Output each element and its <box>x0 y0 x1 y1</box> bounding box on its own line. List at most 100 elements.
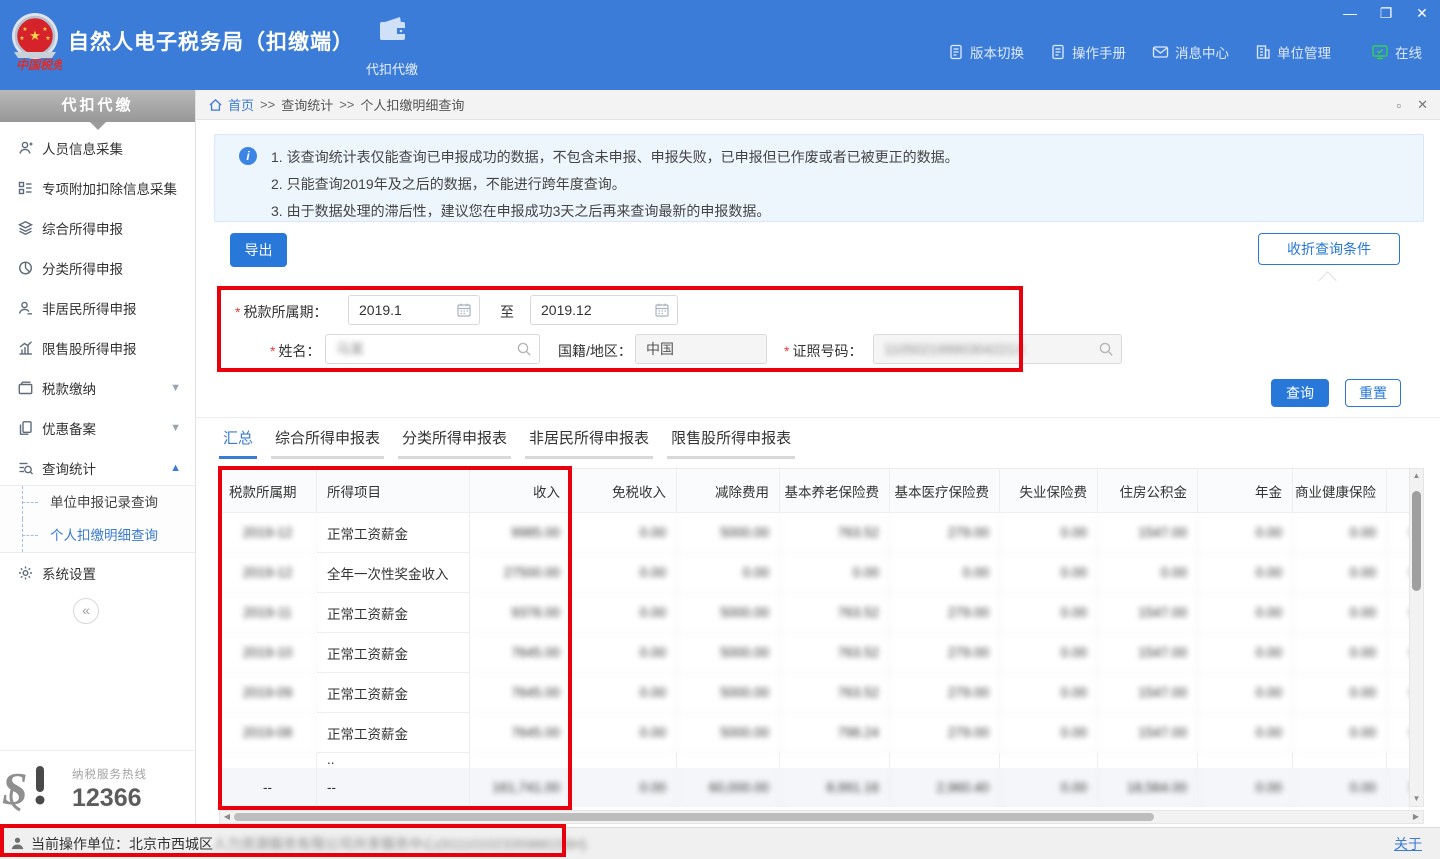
sidebar-item-nonresident-income[interactable]: 非居民所得申报 <box>0 288 195 328</box>
sidebar-item-preferential-filing[interactable]: 优惠备案 ▼ <box>0 408 195 448</box>
notice-line-1: 1. 该查询统计表仅能查询已申报成功的数据，不包含未申报、申报失败，已申报但已作… <box>271 147 959 167</box>
vertical-scroll-thumb[interactable] <box>1412 491 1421 591</box>
home-icon[interactable] <box>208 98 223 112</box>
table-cell: 0.00 <box>1000 633 1098 673</box>
sidebar-subitem-unit-declaration-query[interactable]: 单位申报记录查询 <box>0 486 195 519</box>
table-cell: 0.00 <box>571 713 677 753</box>
table-cell: 5000.00 <box>677 593 780 633</box>
scroll-left-arrow[interactable]: ◀ <box>220 811 234 823</box>
table-cell: 5000.00 <box>677 713 780 753</box>
scroll-right-arrow[interactable]: ▶ <box>1409 811 1423 823</box>
reset-button[interactable]: 重置 <box>1345 379 1401 407</box>
table-cell <box>1000 753 1098 768</box>
minimize-icon[interactable]: — <box>1342 5 1358 21</box>
table-cell: 5000.00 <box>677 513 780 553</box>
svg-text:★: ★ <box>29 28 41 43</box>
table-cell: 1547.00 <box>1098 713 1198 753</box>
sidebar-item-personnel-info[interactable]: 人员信息采集 <box>0 128 195 168</box>
breadcrumb-home[interactable]: 首页 <box>228 95 254 114</box>
calendar-icon[interactable] <box>456 302 472 318</box>
table-cell: 0.00 <box>1198 513 1293 553</box>
wallet-icon <box>17 380 35 396</box>
table-cell: 2019-12 <box>219 553 317 593</box>
table-cell: 0.00 <box>571 513 677 553</box>
notice-box: i 1. 该查询统计表仅能查询已申报成功的数据，不包含未申报、申报失败，已申报但… <box>214 134 1424 222</box>
table-cell: 8,991.16 <box>780 768 890 807</box>
about-link[interactable]: 关于 <box>1394 834 1422 854</box>
menu-online-status[interactable]: 在线 <box>1371 42 1422 62</box>
menu-message-center[interactable]: 消息中心 <box>1152 42 1229 62</box>
sidebar-item-classified-income[interactable]: 分类所得申报 <box>0 248 195 288</box>
table-header-cell: 收入 <box>470 469 571 513</box>
tab-nonresident-income-return[interactable]: 非居民所得申报表 <box>525 427 653 459</box>
sidebar-item-special-deduction[interactable]: 专项附加扣除信息采集 <box>0 168 195 208</box>
tab-classified-income-return[interactable]: 分类所得申报表 <box>398 427 511 459</box>
table-cell: 9378.00 <box>470 593 571 633</box>
table-cell: 0.00 <box>1293 768 1387 807</box>
bar-chart-icon <box>17 340 35 356</box>
sidebar-item-tax-payment[interactable]: 税款缴纳 ▼ <box>0 368 195 408</box>
period-from-input[interactable]: 2019.1 <box>348 295 480 325</box>
chevron-down-icon: ▼ <box>170 382 181 394</box>
restore-icon[interactable]: ❐ <box>1378 5 1394 21</box>
table-cell: 0.00 <box>1198 633 1293 673</box>
tab-summary[interactable]: 汇总 <box>219 427 257 459</box>
table-cell: 2019-10 <box>219 633 317 673</box>
table-cell: 1547.00 <box>1098 673 1198 713</box>
sidebar-item-query-statistics[interactable]: 查询统计 ▲ <box>0 448 195 488</box>
id-number-input[interactable]: 11050219990304221X <box>873 334 1122 364</box>
export-button[interactable]: 导出 <box>230 233 287 267</box>
table-cell: -- <box>317 768 470 807</box>
table-cell <box>1387 753 1409 768</box>
table-cell: 279.00 <box>890 593 1000 633</box>
period-to-input[interactable]: 2019.12 <box>530 295 678 325</box>
panel-maximize-icon[interactable]: ▫ <box>1396 98 1401 113</box>
toggle-query-conditions-button[interactable]: 收折查询条件 <box>1258 233 1400 265</box>
table-cell: 0.00 <box>571 768 677 807</box>
search-icon[interactable] <box>1098 341 1114 357</box>
sidebar-item-system-settings[interactable]: 系统设置 <box>0 553 195 593</box>
document-icon <box>1050 44 1066 60</box>
table-cell: 60,000.00 <box>677 768 780 807</box>
scroll-down-arrow[interactable]: ▼ <box>1410 792 1423 806</box>
tab-comprehensive-income-return[interactable]: 综合所得申报表 <box>271 427 384 459</box>
menu-version-switch[interactable]: 版本切换 <box>948 42 1024 62</box>
table-cell: 2019-11 <box>219 593 317 633</box>
table-cell: 0.00 <box>1000 713 1098 753</box>
table-horizontal-scrollbar[interactable]: ◀ ▶ <box>219 810 1424 824</box>
menu-manual[interactable]: 操作手册 <box>1050 42 1126 62</box>
panel-close-icon[interactable]: ✕ <box>1417 97 1428 113</box>
search-button[interactable]: 查询 <box>1271 379 1329 407</box>
table-cell: 7645.00 <box>470 713 571 753</box>
section-divider <box>196 417 1440 418</box>
sidebar-item-restricted-stock[interactable]: 限售股所得申报 <box>0 328 195 368</box>
search-icon[interactable] <box>516 341 532 357</box>
menu-unit-management[interactable]: 单位管理 <box>1255 42 1331 62</box>
close-icon[interactable]: ✕ <box>1414 5 1430 21</box>
table-cell <box>1098 753 1198 768</box>
sidebar-item-comprehensive-income[interactable]: 综合所得申报 <box>0 208 195 248</box>
tab-restricted-stock-return[interactable]: 限售股所得申报表 <box>667 427 795 459</box>
table-cell: 9985.00 <box>470 513 571 553</box>
table-cell <box>890 753 1000 768</box>
table-cell: 0.00 <box>571 553 677 593</box>
table-cell: 0.00 <box>1198 553 1293 593</box>
table-cell: 18,564.00 <box>1098 768 1198 807</box>
copy-icon <box>17 420 35 436</box>
tab-withholding-module[interactable]: 代扣代缴 <box>352 14 432 78</box>
sidebar-collapse-button[interactable]: « <box>73 598 99 624</box>
horizontal-scroll-thumb[interactable] <box>234 813 1154 821</box>
name-input[interactable]: 马某 <box>325 334 540 364</box>
table-header-cell: 年金 <box>1198 469 1293 513</box>
table-cell: 全年一次性奖金收入 <box>317 553 470 593</box>
calendar-icon[interactable] <box>654 302 670 318</box>
table-row: 2019-08正常工资薪金7645.000.005000.00798.24279… <box>219 713 1409 753</box>
result-tabs: 汇总 综合所得申报表 分类所得申报表 非居民所得申报表 限售股所得申报表 <box>219 427 795 459</box>
notice-line-3: 3. 由于数据处理的滞后性，建议您在申报成功3天之后再来查询最新的申报数据。 <box>271 201 770 221</box>
table-cell: 279.00 <box>890 713 1000 753</box>
sidebar-subitem-personal-withholding-query[interactable]: 个人扣缴明细查询 <box>0 519 195 552</box>
table-cell: 1547.00 <box>1098 513 1198 553</box>
scroll-up-arrow[interactable]: ▲ <box>1410 469 1423 483</box>
table-vertical-scrollbar[interactable]: ▲ ▼ <box>1409 468 1424 807</box>
table-header-cell: 住房公积金 <box>1098 469 1198 513</box>
